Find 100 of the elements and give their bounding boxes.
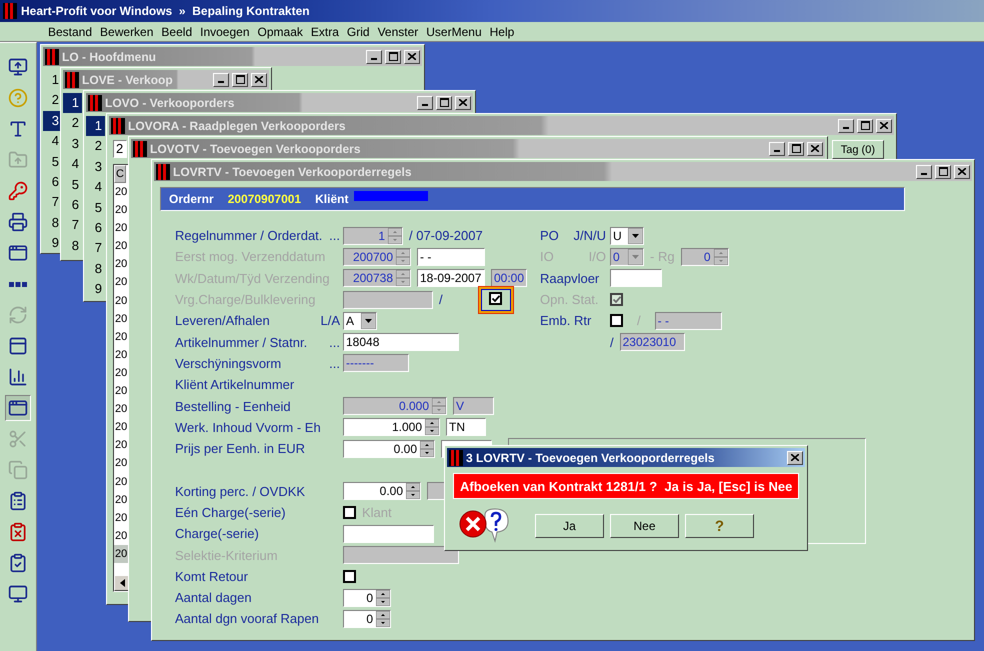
list-row[interactable]: 20 (114, 472, 128, 491)
spin-field[interactable]: 0.00 (343, 482, 421, 500)
menu-option[interactable]: 1 (43, 70, 62, 90)
menu-option[interactable]: 9 (86, 279, 105, 300)
maximize-button[interactable] (436, 96, 452, 110)
menu-option[interactable]: 5 (63, 174, 82, 195)
text-field[interactable]: 18048 (343, 333, 459, 352)
menu-option[interactable]: 8 (86, 258, 105, 280)
list-row[interactable]: 20 (114, 310, 128, 328)
menu-option[interactable]: 2 (86, 136, 105, 157)
list-row[interactable]: 20 (114, 328, 128, 346)
dropdown[interactable]: U (610, 226, 644, 245)
menu-item[interactable]: Opmaak (254, 24, 307, 38)
spin-arrows-icon (420, 440, 434, 457)
list-row[interactable]: 20 (114, 346, 128, 364)
close-button[interactable] (455, 96, 471, 110)
dropdown[interactable]: A (343, 312, 377, 330)
menu-option[interactable]: 1 (86, 116, 105, 136)
list-row[interactable]: 20 (114, 454, 128, 472)
dialog-button[interactable]: Nee (610, 514, 679, 538)
list-row[interactable]: 20 (114, 237, 128, 256)
text-field[interactable]: 2 (113, 140, 127, 158)
checkbox[interactable] (610, 314, 623, 328)
close-icon (958, 168, 966, 175)
menu-item[interactable]: Help (486, 24, 518, 38)
maximize-button[interactable] (935, 164, 951, 178)
menu-option[interactable]: 6 (63, 194, 82, 216)
menu-option[interactable]: 2 (43, 90, 62, 111)
menu-option[interactable]: 5 (86, 198, 105, 218)
minimize-button[interactable] (838, 118, 854, 132)
menu-item[interactable]: UserMenu (422, 24, 486, 38)
spin-field[interactable]: 1.000 (343, 418, 440, 436)
minimize-button[interactable] (366, 50, 382, 64)
list-row[interactable]: 20 (114, 292, 128, 310)
menu-item[interactable]: Venster (374, 24, 422, 38)
maximize-button[interactable] (385, 50, 401, 64)
menu-option[interactable]: 7 (43, 192, 62, 213)
close-button[interactable] (251, 72, 267, 86)
minimize-button[interactable] (213, 72, 229, 86)
menu-item[interactable]: Grid (342, 24, 374, 38)
menu-option[interactable]: 2 (63, 113, 82, 134)
spin-field[interactable]: 0.00 (343, 440, 435, 458)
text-field[interactable]: TN (446, 418, 486, 436)
menu-option[interactable]: 1 (63, 93, 82, 114)
menu-option[interactable]: 4 (86, 177, 105, 198)
menu-option[interactable]: 7 (86, 238, 105, 259)
menu-item[interactable]: Bewerken (96, 24, 158, 38)
maximize-button[interactable] (232, 72, 248, 86)
menu-option[interactable]: 8 (43, 212, 62, 234)
menu-item[interactable]: Invoegen (196, 24, 254, 38)
spin-field[interactable]: 0 (343, 588, 391, 607)
menu-item[interactable]: Extra (306, 24, 343, 38)
close-button[interactable] (807, 142, 823, 156)
column-header[interactable]: C (114, 165, 126, 183)
list-row[interactable]: 20 (114, 508, 128, 527)
list-row[interactable]: 20 (114, 526, 128, 545)
list-row[interactable]: 20 (114, 436, 128, 454)
checkbox[interactable] (343, 506, 356, 519)
menu-option[interactable]: 8 (63, 236, 82, 256)
menu-option[interactable]: 3 (86, 156, 105, 178)
list-row[interactable]: 20 (114, 490, 128, 509)
list-row[interactable]: 20 (114, 544, 128, 563)
menu-option[interactable]: 5 (43, 152, 62, 172)
field-text: / 07-09-2007 (409, 228, 483, 244)
list-row[interactable]: 20 (114, 418, 128, 436)
close-button[interactable] (876, 118, 892, 132)
close-button[interactable] (954, 164, 970, 178)
close-button[interactable] (787, 450, 803, 464)
list-row[interactable]: 20 (114, 273, 128, 292)
minimize-button[interactable] (417, 96, 433, 110)
text-field[interactable] (343, 524, 434, 543)
list-row[interactable]: 20 (114, 201, 128, 220)
text-field[interactable] (610, 269, 662, 288)
maximize-button[interactable] (788, 142, 804, 156)
menu-item[interactable]: Beeld (157, 24, 196, 38)
maximize-button[interactable] (857, 118, 873, 132)
field-label: Eén Charge(-serie) (175, 505, 287, 520)
checkbox[interactable] (343, 570, 356, 583)
list-row[interactable]: 20 (114, 382, 128, 400)
minimize-button[interactable] (916, 164, 932, 178)
close-button[interactable] (404, 50, 420, 64)
dialog-button[interactable]: Ja (535, 514, 604, 538)
list-row[interactable]: 20 (114, 400, 128, 418)
menu-option[interactable]: 6 (43, 172, 62, 192)
menu-option[interactable]: 4 (63, 154, 82, 175)
tag-button[interactable]: Tag (0) (832, 140, 884, 159)
list-row[interactable]: 20 (114, 183, 128, 202)
dialog-button[interactable]: ? (685, 514, 754, 538)
menu-option[interactable]: 4 (43, 131, 62, 152)
list-row[interactable]: 20 (114, 219, 128, 238)
toolbar-button[interactable] (5, 395, 31, 421)
menu-option[interactable]: 7 (63, 215, 82, 236)
list-row[interactable]: 20 (114, 364, 128, 382)
menu-option[interactable]: 6 (86, 218, 105, 238)
menu-item[interactable]: Bestand (44, 24, 96, 38)
spin-field[interactable]: 0 (343, 610, 391, 628)
menu-option[interactable]: 3 (63, 134, 82, 154)
list-row[interactable]: 20 (114, 255, 128, 274)
menu-option[interactable]: 9 (43, 233, 62, 254)
minimize-button[interactable] (769, 142, 785, 156)
